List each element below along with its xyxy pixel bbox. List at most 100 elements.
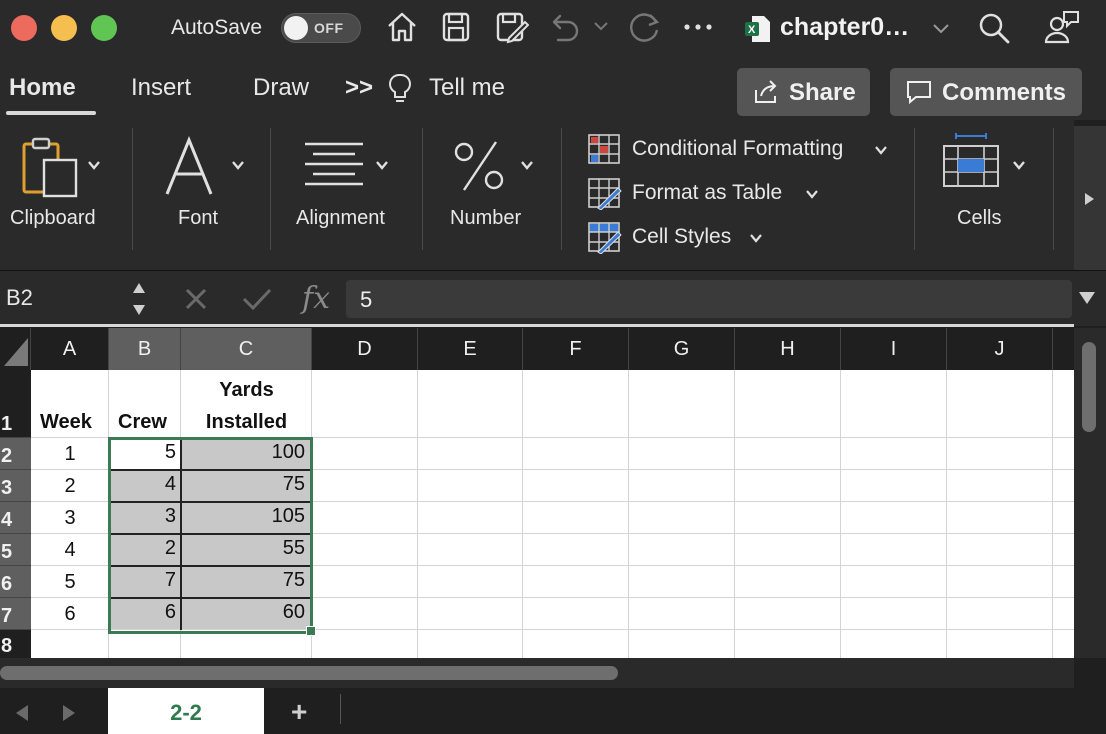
document-title[interactable]: chapter0…: [780, 13, 909, 42]
column-header-h[interactable]: H: [735, 328, 841, 370]
autosave-label: AutoSave: [171, 16, 263, 39]
name-box[interactable]: B2: [6, 285, 33, 311]
zoom-window-button[interactable]: [91, 15, 117, 41]
number-format-icon[interactable]: [452, 140, 508, 192]
cells-label[interactable]: Cells: [957, 207, 1001, 230]
font-label[interactable]: Font: [178, 207, 218, 230]
cell-a1[interactable]: Week: [40, 411, 92, 434]
close-window-button[interactable]: [11, 15, 37, 41]
redo-icon[interactable]: [626, 10, 662, 46]
number-label[interactable]: Number: [450, 207, 521, 230]
account-icon[interactable]: [1044, 10, 1080, 46]
sheet-tab-active[interactable]: 2-2: [108, 688, 264, 734]
confirm-entry-icon[interactable]: [242, 287, 272, 311]
formula-bar-divider: [0, 324, 1074, 327]
tab-home[interactable]: Home: [9, 74, 76, 102]
autosave-toggle[interactable]: OFF: [281, 13, 361, 43]
column-header-c[interactable]: C: [181, 328, 312, 370]
name-box-stepper-icon[interactable]: [131, 279, 147, 319]
row-header-5[interactable]: 5: [0, 534, 31, 566]
more-tabs-button[interactable]: >>: [345, 74, 373, 102]
alignment-icon[interactable]: [303, 142, 365, 188]
row-number: 8: [1, 635, 13, 657]
column-header-i[interactable]: I: [841, 328, 947, 370]
column-header-k[interactable]: [1053, 328, 1074, 370]
cell-styles-button[interactable]: Cell Styles: [588, 222, 768, 254]
search-icon[interactable]: [978, 12, 1010, 44]
tab-insert[interactable]: Insert: [131, 74, 191, 102]
previous-sheet-icon[interactable]: [14, 704, 30, 722]
fill-handle[interactable]: [306, 626, 316, 636]
title-dropdown-icon[interactable]: [932, 22, 950, 34]
vertical-scroll-thumb[interactable]: [1082, 342, 1096, 432]
font-dropdown-icon[interactable]: [231, 160, 245, 170]
clipboard-label[interactable]: Clipboard: [10, 207, 96, 230]
cell-c1-line1[interactable]: Yards: [181, 379, 312, 402]
minimize-window-button[interactable]: [51, 15, 77, 41]
horizontal-scroll-thumb[interactable]: [0, 666, 618, 680]
select-all-button[interactable]: [0, 328, 31, 370]
next-sheet-icon[interactable]: [61, 704, 77, 722]
column-header-e[interactable]: E: [418, 328, 523, 370]
expand-formula-bar-icon[interactable]: [1078, 291, 1096, 305]
conditional-formatting-button[interactable]: Conditional Formatting: [588, 134, 892, 166]
ribbon-scroll-right[interactable]: [1074, 126, 1106, 270]
formula-input[interactable]: 5: [346, 280, 1072, 318]
row-header-2[interactable]: 2: [0, 438, 31, 470]
comments-button[interactable]: Comments: [890, 68, 1082, 116]
clipboard-icon[interactable]: [22, 136, 82, 198]
format-as-table-icon: [588, 178, 622, 210]
tell-me-search[interactable]: Tell me: [429, 74, 505, 102]
share-button[interactable]: Share: [737, 68, 870, 116]
row-header-1[interactable]: 1: [0, 370, 31, 438]
worksheet-grid[interactable]: A B C D E F G H I J 1 2 3 4 5 6 7 8 Week…: [0, 328, 1074, 658]
undo-icon[interactable]: [548, 10, 582, 44]
insert-function-button[interactable]: fx: [302, 281, 330, 316]
cell-a5[interactable]: 4: [31, 539, 109, 562]
row-header-4[interactable]: 4: [0, 502, 31, 534]
cells-icon[interactable]: [942, 132, 1000, 190]
undo-dropdown-icon[interactable]: [593, 20, 609, 32]
vertical-scrollbar[interactable]: [1074, 328, 1106, 658]
alignment-dropdown-icon[interactable]: [375, 160, 389, 170]
cell-a7[interactable]: 6: [31, 603, 109, 626]
more-icon[interactable]: [683, 22, 713, 32]
column-header-d[interactable]: D: [312, 328, 418, 370]
tab-draw[interactable]: Draw: [253, 74, 309, 102]
cell-a6[interactable]: 5: [31, 571, 109, 594]
ribbon-divider: [132, 128, 133, 250]
add-sheet-button[interactable]: +: [291, 696, 307, 728]
comments-label: Comments: [942, 79, 1067, 106]
column-header-j[interactable]: J: [947, 328, 1053, 370]
ribbon-divider: [1053, 128, 1054, 250]
save-as-icon[interactable]: [495, 10, 529, 44]
column-header-b[interactable]: B: [109, 328, 181, 370]
row-header-7[interactable]: 7: [0, 598, 31, 630]
column-header-a[interactable]: A: [31, 328, 109, 370]
column-header-g[interactable]: G: [629, 328, 735, 370]
format-as-table-button[interactable]: Format as Table: [588, 178, 824, 210]
cell-a3[interactable]: 2: [31, 475, 109, 498]
cell-a4[interactable]: 3: [31, 507, 109, 530]
row-header-6[interactable]: 6: [0, 566, 31, 598]
sheet-tab-bar: 2-2 +: [0, 688, 1106, 734]
cell-styles-label: Cell Styles: [632, 225, 732, 248]
ribbon-tabs: Home Insert Draw >> Tell me Share Commen…: [0, 58, 1106, 120]
home-icon[interactable]: [386, 10, 418, 44]
cancel-entry-icon[interactable]: [184, 287, 208, 311]
clipboard-dropdown-icon[interactable]: [87, 160, 101, 170]
row-number: 3: [1, 477, 13, 499]
column-header-f[interactable]: F: [523, 328, 629, 370]
cell-c1-line2[interactable]: Installed: [181, 411, 312, 434]
tab-divider: [340, 694, 341, 724]
cell-b1[interactable]: Crew: [118, 411, 167, 434]
horizontal-scrollbar[interactable]: [0, 658, 1074, 688]
row-header-3[interactable]: 3: [0, 470, 31, 502]
font-icon[interactable]: [164, 136, 214, 196]
save-icon[interactable]: [441, 10, 471, 44]
alignment-label[interactable]: Alignment: [296, 207, 385, 230]
cell-a2[interactable]: 1: [31, 443, 109, 466]
cells-dropdown-icon[interactable]: [1012, 160, 1026, 170]
row-header-8[interactable]: 8: [0, 630, 31, 658]
number-dropdown-icon[interactable]: [520, 160, 534, 170]
